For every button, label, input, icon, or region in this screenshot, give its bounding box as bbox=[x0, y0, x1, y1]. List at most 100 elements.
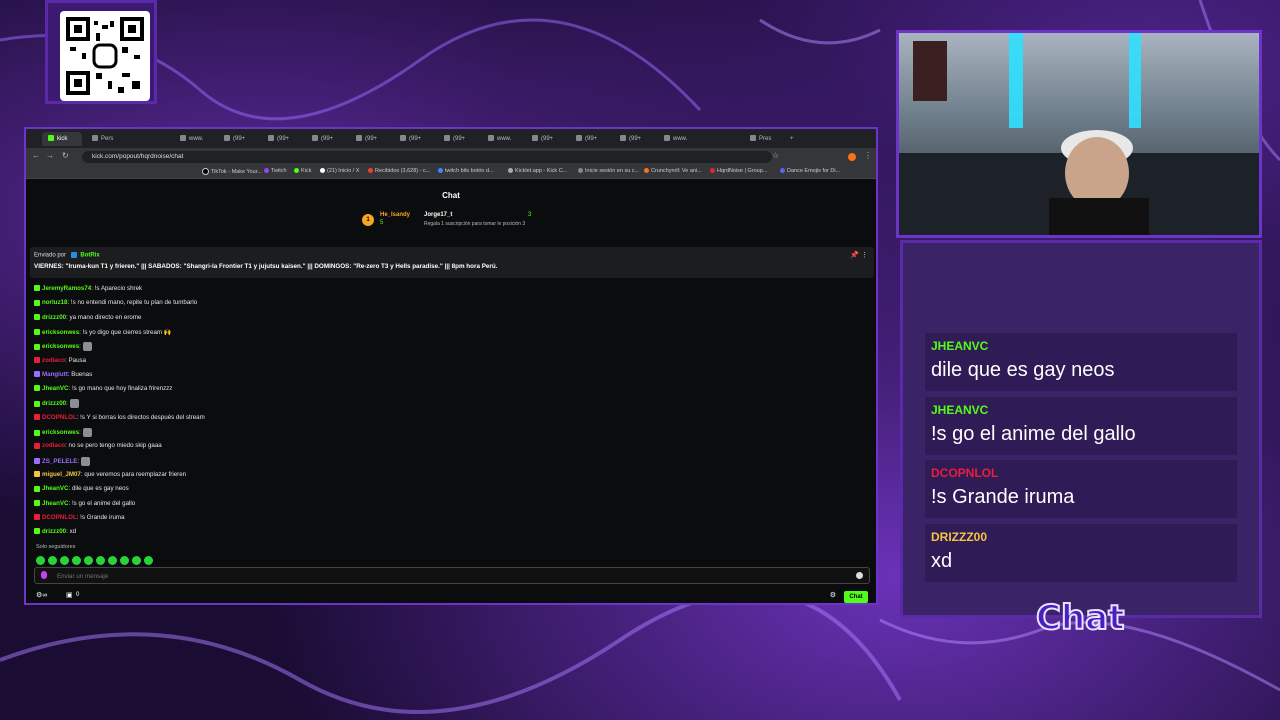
chat-message: norluz18: !s no entendi mano, repite tu … bbox=[34, 299, 197, 306]
overlay-message: JHEANVC !s go el anime del gallo bbox=[925, 396, 1237, 455]
user-badge-icon bbox=[34, 514, 40, 521]
new-tab-button[interactable]: + bbox=[784, 132, 796, 146]
emote[interactable] bbox=[72, 556, 81, 565]
bookmark[interactable]: twitch bits botón d... bbox=[438, 168, 494, 174]
message-input-box bbox=[34, 567, 870, 584]
bookmark[interactable]: TikTok - Make Your... bbox=[202, 168, 262, 175]
microphone-icon[interactable] bbox=[41, 571, 47, 579]
user-badge-icon bbox=[34, 285, 40, 292]
bookmark[interactable]: Kicklet.app - Kick C... bbox=[508, 168, 567, 174]
bookmark[interactable]: Recibidos (3,628) - c... bbox=[368, 168, 430, 174]
chat-username[interactable]: JeremyRamos74 bbox=[42, 285, 91, 292]
chat-message-text: xd bbox=[69, 528, 77, 536]
tab[interactable]: (99+ bbox=[306, 132, 346, 146]
overlay-username: JHEANVC bbox=[931, 402, 989, 417]
send-chat-button[interactable]: Chat bbox=[844, 591, 868, 603]
overlay-message-text: xd bbox=[931, 549, 953, 572]
bookmark[interactable]: Crunchyroll: Ve ani... bbox=[644, 168, 702, 174]
bookmark[interactable]: Inicie sesión en su c... bbox=[578, 168, 639, 174]
tab[interactable]: www. bbox=[174, 132, 214, 146]
overlay-message: JHEANVC dile que es gay neos bbox=[925, 333, 1237, 391]
tab[interactable]: www. bbox=[658, 132, 698, 146]
emote[interactable] bbox=[132, 556, 141, 565]
chat-title: Chat bbox=[442, 191, 460, 200]
chat-username[interactable]: drizzz00 bbox=[42, 401, 66, 408]
emote[interactable] bbox=[60, 556, 69, 565]
emote[interactable] bbox=[120, 556, 129, 565]
tab-kick[interactable]: kick bbox=[42, 132, 82, 146]
chat-username[interactable]: norluz18 bbox=[42, 299, 67, 306]
tab[interactable]: Pers bbox=[86, 132, 126, 146]
chat-username[interactable]: drizzz00 bbox=[42, 528, 66, 535]
chat-username[interactable]: ericksonwes bbox=[42, 429, 79, 436]
pinned-text: VIERNES: "Iruma-kun T1 y frieren." ||| S… bbox=[34, 263, 498, 270]
profile-avatar[interactable] bbox=[848, 153, 856, 161]
emoji-icon[interactable] bbox=[856, 572, 863, 579]
bookmark[interactable]: HqrdNoise | Group... bbox=[710, 168, 767, 174]
emote[interactable] bbox=[108, 556, 117, 565]
chat-username[interactable]: JheanVC bbox=[42, 385, 68, 392]
chat-message-text: !s go mano que hoy finaliza frirenzzz bbox=[71, 385, 173, 393]
bookmarks-bar: TikTok - Make Your... Twitch Kick (21) I… bbox=[26, 166, 876, 179]
settings-icon[interactable]: ⚙∞ bbox=[36, 591, 47, 599]
user-badge-icon bbox=[34, 385, 40, 392]
back-icon[interactable]: ← bbox=[32, 151, 40, 160]
forward-icon[interactable]: → bbox=[46, 151, 54, 160]
gifter-name[interactable]: Jorge17_t bbox=[424, 212, 452, 218]
gear-icon[interactable]: ⚙ bbox=[830, 591, 836, 599]
overlay-username: DCOPNLOL bbox=[931, 466, 999, 480]
tab[interactable]: Pres bbox=[744, 132, 784, 146]
tab[interactable]: (99+ bbox=[394, 132, 434, 146]
user-badge-icon bbox=[34, 442, 40, 449]
tab[interactable]: (99+ bbox=[262, 132, 302, 146]
bookmark[interactable]: Twitch bbox=[264, 168, 287, 174]
chat-message-text: dile que es gay neos bbox=[71, 485, 129, 493]
chat-message-text: !s no entendi mano, repite tu plan de tu… bbox=[70, 299, 198, 307]
emote[interactable] bbox=[96, 556, 105, 565]
pin-icon[interactable]: 📌 ⋮ bbox=[850, 251, 868, 259]
user-badge-icon bbox=[34, 356, 40, 363]
address-bar: ← → ↻ kick.com/popout/hqrdnoise/chat ☆ ⋮ bbox=[26, 148, 876, 166]
tab[interactable]: (99+ bbox=[526, 132, 566, 146]
user-badge-icon bbox=[34, 343, 40, 350]
chat-message: JeremyRamos74: !s Aparecio shrek bbox=[34, 285, 142, 292]
user-badge-icon bbox=[34, 313, 40, 320]
gifter-name[interactable]: He_Isandy bbox=[380, 212, 410, 218]
menu-icon[interactable]: ⋮ bbox=[864, 151, 872, 160]
chat-username[interactable]: ericksonwes bbox=[42, 343, 79, 350]
chat-message: JheanVC: !s go el anime del gallo bbox=[34, 500, 135, 507]
bookmark[interactable]: (21) Inicio / X bbox=[320, 168, 359, 174]
star-icon[interactable]: ☆ bbox=[772, 151, 779, 160]
emote[interactable] bbox=[36, 556, 45, 565]
chat-username[interactable]: DCOPNLOL bbox=[42, 514, 77, 521]
reload-icon[interactable]: ↻ bbox=[62, 151, 69, 160]
chat-username[interactable]: JheanVC bbox=[42, 485, 68, 492]
chat-username[interactable]: ZS_PELELE bbox=[42, 458, 77, 465]
chat-username[interactable]: JheanVC bbox=[42, 500, 68, 507]
chat-message-text: !s Y si borras los directos después del … bbox=[80, 413, 205, 421]
bookmark[interactable]: Kick bbox=[294, 168, 311, 174]
tab[interactable]: www. bbox=[482, 132, 522, 146]
message-input[interactable] bbox=[55, 570, 839, 583]
tab[interactable]: (99+ bbox=[438, 132, 478, 146]
overlay-username: JHEANVC bbox=[931, 339, 989, 353]
emote[interactable] bbox=[84, 556, 93, 565]
chat-username[interactable]: drizzz00 bbox=[42, 314, 66, 321]
tab[interactable]: (99+ bbox=[614, 132, 654, 146]
chat-username[interactable]: Mangiutt bbox=[42, 371, 68, 378]
chat-username[interactable]: ericksonwes bbox=[42, 329, 79, 336]
emote[interactable] bbox=[144, 556, 153, 565]
bookmark[interactable]: Dance Emojis for Di... bbox=[780, 168, 840, 174]
viewer-count: 0 bbox=[76, 592, 80, 598]
tab[interactable]: (99+ bbox=[350, 132, 390, 146]
chat-message: JheanVC: dile que es gay neos bbox=[34, 485, 129, 492]
chat-username[interactable]: DCOPNLOL bbox=[42, 414, 77, 421]
gift-icon[interactable]: ▣ bbox=[66, 591, 73, 599]
tab[interactable]: (99+ bbox=[218, 132, 258, 146]
tab[interactable]: (99+ bbox=[570, 132, 610, 146]
url-field[interactable]: kick.com/popout/hqrdnoise/chat bbox=[82, 151, 772, 163]
chat-username[interactable]: miguel_JM07 bbox=[42, 471, 81, 478]
emote[interactable] bbox=[48, 556, 57, 565]
chat-username[interactable]: zodiaco bbox=[42, 357, 65, 364]
chat-username[interactable]: zodiaco bbox=[42, 442, 65, 449]
